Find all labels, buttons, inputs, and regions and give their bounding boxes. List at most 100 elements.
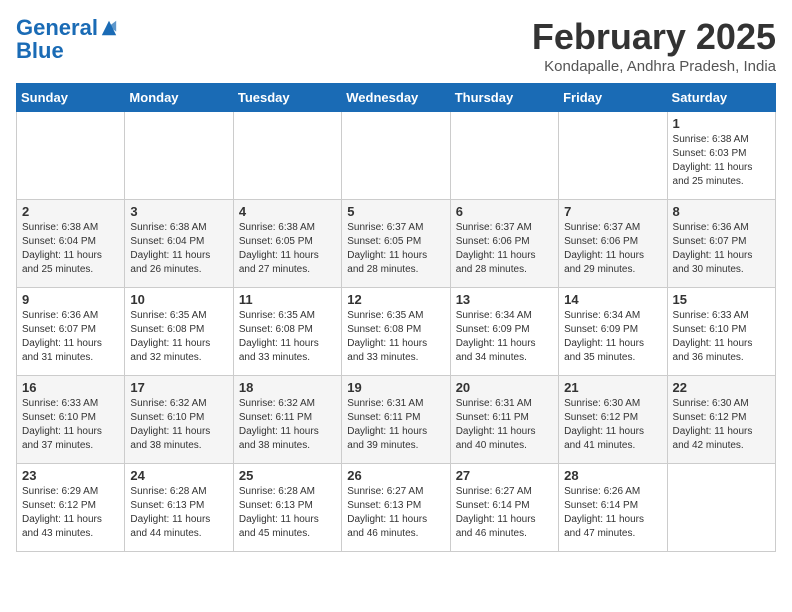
day-number: 8 bbox=[673, 204, 770, 219]
calendar-cell: 26 Sunrise: 6:27 AM Sunset: 6:13 PM Dayli… bbox=[342, 464, 450, 552]
calendar-cell bbox=[342, 112, 450, 200]
col-header-wednesday: Wednesday bbox=[342, 84, 450, 112]
day-number: 24 bbox=[130, 468, 227, 483]
day-info: Sunrise: 6:27 AM Sunset: 6:13 PM Dayligh… bbox=[347, 485, 444, 541]
calendar-cell: 21 Sunrise: 6:30 AM Sunset: 6:12 PM Dayli… bbox=[559, 376, 667, 464]
day-info: Sunrise: 6:36 AM Sunset: 6:07 PM Dayligh… bbox=[673, 221, 770, 277]
calendar-cell bbox=[233, 112, 341, 200]
calendar-week-2: 9 Sunrise: 6:36 AM Sunset: 6:07 PM Daylig… bbox=[17, 288, 776, 376]
day-info: Sunrise: 6:27 AM Sunset: 6:14 PM Dayligh… bbox=[456, 485, 553, 541]
day-number: 3 bbox=[130, 204, 227, 219]
day-info: Sunrise: 6:37 AM Sunset: 6:05 PM Dayligh… bbox=[347, 221, 444, 277]
calendar-cell: 16 Sunrise: 6:33 AM Sunset: 6:10 PM Dayli… bbox=[17, 376, 125, 464]
day-number: 9 bbox=[22, 292, 119, 307]
day-number: 1 bbox=[673, 116, 770, 131]
day-info: Sunrise: 6:37 AM Sunset: 6:06 PM Dayligh… bbox=[456, 221, 553, 277]
day-number: 19 bbox=[347, 380, 444, 395]
day-info: Sunrise: 6:32 AM Sunset: 6:10 PM Dayligh… bbox=[130, 397, 227, 453]
calendar-cell: 24 Sunrise: 6:28 AM Sunset: 6:13 PM Dayli… bbox=[125, 464, 233, 552]
day-number: 16 bbox=[22, 380, 119, 395]
calendar-cell: 9 Sunrise: 6:36 AM Sunset: 6:07 PM Daylig… bbox=[17, 288, 125, 376]
calendar-cell: 7Sunrise: 6:37 AM Sunset: 6:06 PM Daylig… bbox=[559, 200, 667, 288]
day-number: 17 bbox=[130, 380, 227, 395]
day-number: 28 bbox=[564, 468, 661, 483]
day-info: Sunrise: 6:31 AM Sunset: 6:11 PM Dayligh… bbox=[347, 397, 444, 453]
day-info: Sunrise: 6:32 AM Sunset: 6:11 PM Dayligh… bbox=[239, 397, 336, 453]
calendar-cell bbox=[125, 112, 233, 200]
day-number: 11 bbox=[239, 292, 336, 307]
calendar-week-0: 1Sunrise: 6:38 AM Sunset: 6:03 PM Daylig… bbox=[17, 112, 776, 200]
col-header-tuesday: Tuesday bbox=[233, 84, 341, 112]
day-info: Sunrise: 6:35 AM Sunset: 6:08 PM Dayligh… bbox=[130, 309, 227, 365]
day-number: 26 bbox=[347, 468, 444, 483]
calendar-header-row: SundayMondayTuesdayWednesdayThursdayFrid… bbox=[17, 84, 776, 112]
day-info: Sunrise: 6:30 AM Sunset: 6:12 PM Dayligh… bbox=[564, 397, 661, 453]
day-info: Sunrise: 6:30 AM Sunset: 6:12 PM Dayligh… bbox=[673, 397, 770, 453]
location-subtitle: Kondapalle, Andhra Pradesh, India bbox=[532, 58, 776, 75]
day-number: 20 bbox=[456, 380, 553, 395]
calendar-cell: 25Sunrise: 6:28 AM Sunset: 6:13 PM Dayli… bbox=[233, 464, 341, 552]
col-header-thursday: Thursday bbox=[450, 84, 558, 112]
calendar-cell: 28Sunrise: 6:26 AM Sunset: 6:14 PM Dayli… bbox=[559, 464, 667, 552]
day-info: Sunrise: 6:35 AM Sunset: 6:08 PM Dayligh… bbox=[239, 309, 336, 365]
day-info: Sunrise: 6:34 AM Sunset: 6:09 PM Dayligh… bbox=[456, 309, 553, 365]
col-header-sunday: Sunday bbox=[17, 84, 125, 112]
calendar-week-1: 2Sunrise: 6:38 AM Sunset: 6:04 PM Daylig… bbox=[17, 200, 776, 288]
calendar-cell: 18 Sunrise: 6:32 AM Sunset: 6:11 PM Dayli… bbox=[233, 376, 341, 464]
day-info: Sunrise: 6:38 AM Sunset: 6:04 PM Dayligh… bbox=[130, 221, 227, 277]
day-info: Sunrise: 6:35 AM Sunset: 6:08 PM Dayligh… bbox=[347, 309, 444, 365]
day-number: 23 bbox=[22, 468, 119, 483]
day-number: 13 bbox=[456, 292, 553, 307]
day-number: 7 bbox=[564, 204, 661, 219]
title-block: February 2025 Kondapalle, Andhra Pradesh… bbox=[532, 16, 776, 75]
calendar-cell: 14Sunrise: 6:34 AM Sunset: 6:09 PM Dayli… bbox=[559, 288, 667, 376]
calendar-cell: 23 Sunrise: 6:29 AM Sunset: 6:12 PM Dayli… bbox=[17, 464, 125, 552]
day-number: 5 bbox=[347, 204, 444, 219]
col-header-saturday: Saturday bbox=[667, 84, 775, 112]
calendar-cell: 6 Sunrise: 6:37 AM Sunset: 6:06 PM Daylig… bbox=[450, 200, 558, 288]
month-title: February 2025 bbox=[532, 16, 776, 58]
calendar-cell: 8 Sunrise: 6:36 AM Sunset: 6:07 PM Daylig… bbox=[667, 200, 775, 288]
day-info: Sunrise: 6:38 AM Sunset: 6:05 PM Dayligh… bbox=[239, 221, 336, 277]
day-number: 22 bbox=[673, 380, 770, 395]
calendar-cell bbox=[559, 112, 667, 200]
day-info: Sunrise: 6:36 AM Sunset: 6:07 PM Dayligh… bbox=[22, 309, 119, 365]
logo-text: General bbox=[16, 16, 98, 40]
calendar-cell: 1Sunrise: 6:38 AM Sunset: 6:03 PM Daylig… bbox=[667, 112, 775, 200]
day-number: 27 bbox=[456, 468, 553, 483]
day-number: 12 bbox=[347, 292, 444, 307]
day-info: Sunrise: 6:33 AM Sunset: 6:10 PM Dayligh… bbox=[673, 309, 770, 365]
calendar-cell: 17 Sunrise: 6:32 AM Sunset: 6:10 PM Dayli… bbox=[125, 376, 233, 464]
calendar-cell: 12 Sunrise: 6:35 AM Sunset: 6:08 PM Dayli… bbox=[342, 288, 450, 376]
calendar-cell bbox=[450, 112, 558, 200]
calendar-week-4: 23 Sunrise: 6:29 AM Sunset: 6:12 PM Dayli… bbox=[17, 464, 776, 552]
calendar-cell: 5 Sunrise: 6:37 AM Sunset: 6:05 PM Daylig… bbox=[342, 200, 450, 288]
calendar-cell: 4Sunrise: 6:38 AM Sunset: 6:05 PM Daylig… bbox=[233, 200, 341, 288]
day-number: 25 bbox=[239, 468, 336, 483]
day-info: Sunrise: 6:28 AM Sunset: 6:13 PM Dayligh… bbox=[130, 485, 227, 541]
calendar-table: SundayMondayTuesdayWednesdayThursdayFrid… bbox=[16, 83, 776, 552]
page-header: General Blue February 2025 Kondapalle, A… bbox=[16, 16, 776, 75]
day-info: Sunrise: 6:29 AM Sunset: 6:12 PM Dayligh… bbox=[22, 485, 119, 541]
calendar-cell bbox=[667, 464, 775, 552]
day-info: Sunrise: 6:33 AM Sunset: 6:10 PM Dayligh… bbox=[22, 397, 119, 453]
day-number: 6 bbox=[456, 204, 553, 219]
calendar-cell: 2Sunrise: 6:38 AM Sunset: 6:04 PM Daylig… bbox=[17, 200, 125, 288]
logo-icon bbox=[100, 19, 118, 37]
logo: General Blue bbox=[16, 16, 118, 62]
calendar-cell: 13 Sunrise: 6:34 AM Sunset: 6:09 PM Dayli… bbox=[450, 288, 558, 376]
day-number: 15 bbox=[673, 292, 770, 307]
calendar-cell: 3 Sunrise: 6:38 AM Sunset: 6:04 PM Daylig… bbox=[125, 200, 233, 288]
day-number: 18 bbox=[239, 380, 336, 395]
calendar-cell: 15 Sunrise: 6:33 AM Sunset: 6:10 PM Dayli… bbox=[667, 288, 775, 376]
calendar-cell: 27 Sunrise: 6:27 AM Sunset: 6:14 PM Dayli… bbox=[450, 464, 558, 552]
calendar-cell: 22 Sunrise: 6:30 AM Sunset: 6:12 PM Dayli… bbox=[667, 376, 775, 464]
day-info: Sunrise: 6:34 AM Sunset: 6:09 PM Dayligh… bbox=[564, 309, 661, 365]
calendar-cell: 10 Sunrise: 6:35 AM Sunset: 6:08 PM Dayli… bbox=[125, 288, 233, 376]
day-number: 21 bbox=[564, 380, 661, 395]
calendar-cell: 19 Sunrise: 6:31 AM Sunset: 6:11 PM Dayli… bbox=[342, 376, 450, 464]
day-info: Sunrise: 6:31 AM Sunset: 6:11 PM Dayligh… bbox=[456, 397, 553, 453]
calendar-cell: 20 Sunrise: 6:31 AM Sunset: 6:11 PM Dayli… bbox=[450, 376, 558, 464]
day-number: 10 bbox=[130, 292, 227, 307]
calendar-cell bbox=[17, 112, 125, 200]
